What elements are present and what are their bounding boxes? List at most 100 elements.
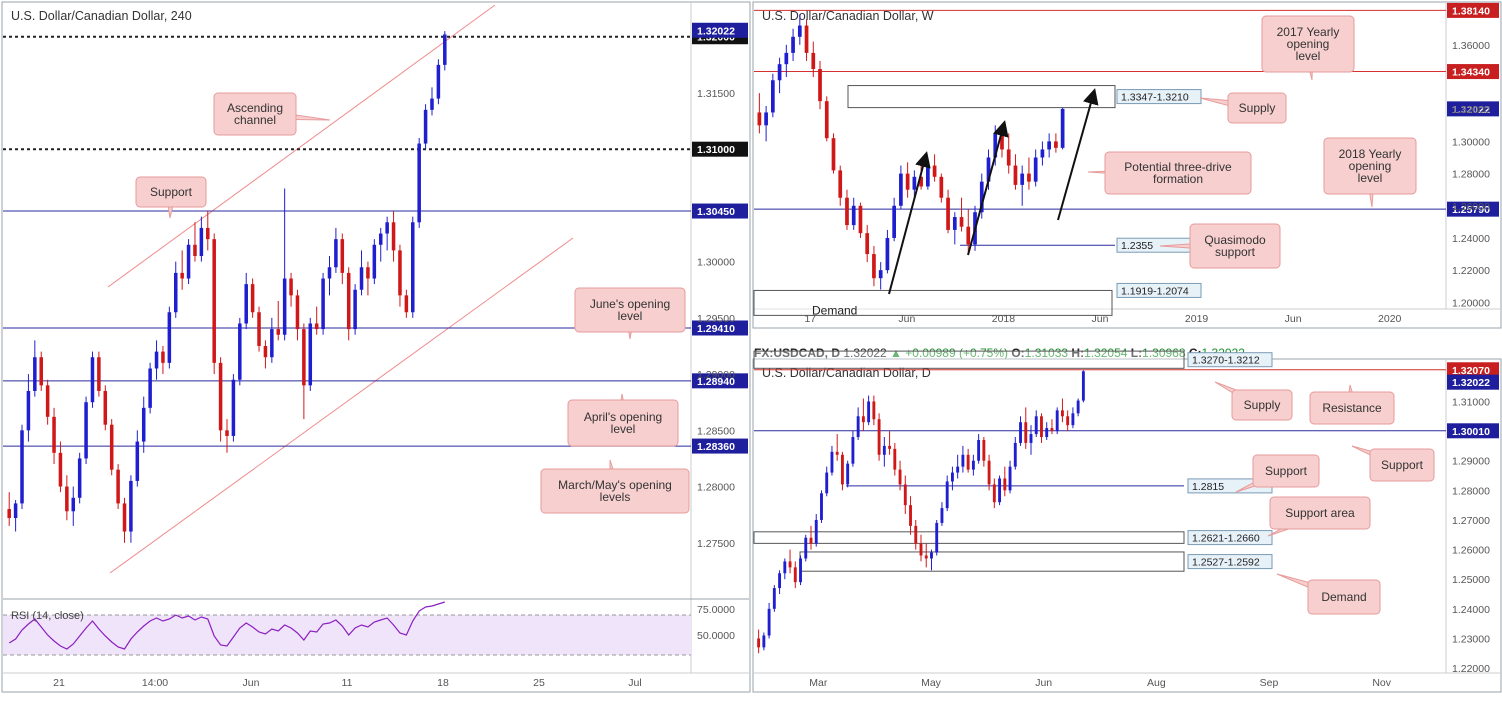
daily-candle <box>1024 422 1028 443</box>
h4-candle <box>129 480 133 532</box>
h4-candle <box>77 458 82 498</box>
h4-rsi-label: RSI (14, close) <box>11 610 84 622</box>
weekly-candle <box>831 138 836 171</box>
h4-candle <box>353 289 357 330</box>
h4-candle <box>13 503 18 519</box>
h4-candle <box>417 143 421 223</box>
h4-candle <box>263 345 268 358</box>
weekly-candle <box>939 176 944 198</box>
weekly-callout-supply-text: Supply <box>1239 101 1276 115</box>
daily-candle <box>851 437 855 464</box>
daily-candle <box>778 573 782 589</box>
weekly-x-tick: Jun <box>898 313 915 325</box>
daily-candle <box>987 460 991 485</box>
h4-candle <box>308 323 313 386</box>
h4-candle <box>71 497 76 512</box>
weekly-candle <box>905 173 910 190</box>
h4-x-tick: 25 <box>533 677 545 689</box>
weekly-y-tick: 1.28000 <box>1452 169 1490 181</box>
daily-candle <box>1008 466 1012 491</box>
weekly-candle <box>925 165 930 187</box>
h4-candle <box>186 244 191 279</box>
h4-candle <box>122 503 127 532</box>
h4-y-tick: 1.29000 <box>697 369 735 381</box>
daily-y-tick: 1.25000 <box>1452 574 1490 586</box>
h4-candle <box>231 379 236 436</box>
daily-candle <box>1003 478 1007 491</box>
h4-x-tick: 21 <box>53 677 65 689</box>
h4-candle <box>378 233 383 245</box>
daily-candle <box>767 608 771 636</box>
h4-candle <box>218 362 223 431</box>
weekly-candle <box>878 270 883 279</box>
h4-candle <box>206 227 210 240</box>
daily-callout-demand-text: Demand <box>1321 590 1366 604</box>
weekly-demand-tag-tag-label: 1.1919-1.2074 <box>1121 285 1189 297</box>
weekly-panel: U.S. Dollar/Canadian Dollar, W 1.38140 1.3… <box>752 1 1502 329</box>
h4-title: U.S. Dollar/Canadian Dollar, 240 <box>11 9 192 23</box>
weekly-candle <box>811 52 816 69</box>
h4-candle <box>180 272 184 279</box>
weekly-callout-2017: 2017 Yearlyopeninglevel <box>1261 15 1355 81</box>
weekly-candle <box>1013 165 1018 185</box>
weekly-y-tick: 1.20000 <box>1452 297 1490 309</box>
daily-supply-zone-tag-label: 1.3270-1.3212 <box>1192 355 1260 367</box>
daily-candle <box>835 451 839 455</box>
weekly-candle <box>1060 108 1065 148</box>
daily-candle <box>924 555 928 559</box>
daily-x-tick: Aug <box>1147 677 1166 689</box>
daily-candle <box>1081 371 1085 401</box>
daily-candle <box>956 466 960 473</box>
weekly-callout-threedrive: Potential three-driveformation <box>1087 151 1252 195</box>
h4-callout-april: April's openinglevel <box>567 393 679 447</box>
h4-candle <box>148 368 152 408</box>
h4-candle <box>7 509 11 519</box>
h4-rsi-band <box>3 615 691 655</box>
h4-candle <box>282 278 287 335</box>
weekly-candle <box>824 101 829 139</box>
h4-candle <box>65 486 69 512</box>
weekly-candle <box>1040 149 1045 158</box>
weekly-candle <box>946 197 950 230</box>
daily-demand-zone-tag-label: 1.2527-1.2592 <box>1192 557 1260 569</box>
h4-candle <box>20 430 24 504</box>
h4-candle <box>385 222 389 234</box>
daily-candle <box>762 635 766 648</box>
h4-candle <box>302 329 306 386</box>
weekly-candle <box>838 170 843 198</box>
h4-candle <box>26 390 31 431</box>
daily-x-tick: Jun <box>1035 677 1052 689</box>
daily-candle <box>1045 428 1049 438</box>
weekly-callout-threedrive-text: formation <box>1153 172 1203 186</box>
weekly-demand-zone <box>753 289 1113 316</box>
daily-candle <box>930 552 933 559</box>
weekly-candle <box>804 25 809 53</box>
daily-y-tick: 1.26000 <box>1452 545 1490 557</box>
h4-y-tick: 1.30000 <box>697 257 735 269</box>
daily-candle <box>1050 428 1054 432</box>
daily-candle <box>935 522 939 553</box>
daily-candle <box>1055 410 1059 432</box>
h4-candle <box>238 323 242 380</box>
weekly-candle <box>1054 141 1058 148</box>
h4-candle <box>39 357 43 386</box>
weekly-supply-zone-tag-label: 1.3347-1.3210 <box>1121 92 1189 104</box>
h4-callout-marchmay-text: levels <box>600 490 631 504</box>
daily-candle <box>867 401 871 423</box>
daily-candle <box>809 537 813 544</box>
daily-candle <box>840 454 844 485</box>
weekly-candle <box>757 112 762 126</box>
weekly-candle <box>932 165 937 177</box>
daily-candle <box>872 401 876 420</box>
daily-candle <box>783 561 787 574</box>
daily-candle <box>898 469 902 485</box>
weekly-y-tick: 1.36000 <box>1452 40 1490 52</box>
daily-support-area-box <box>753 531 1185 544</box>
h4-candle <box>225 430 229 436</box>
weekly-y-tick: 1.30000 <box>1452 136 1490 148</box>
h4-candle <box>404 295 409 313</box>
daily-y-tick: 1.27000 <box>1452 515 1490 527</box>
h4-callout-channel-text: channel <box>234 113 276 127</box>
daily-candle <box>846 463 850 485</box>
daily-candle <box>1071 413 1075 426</box>
